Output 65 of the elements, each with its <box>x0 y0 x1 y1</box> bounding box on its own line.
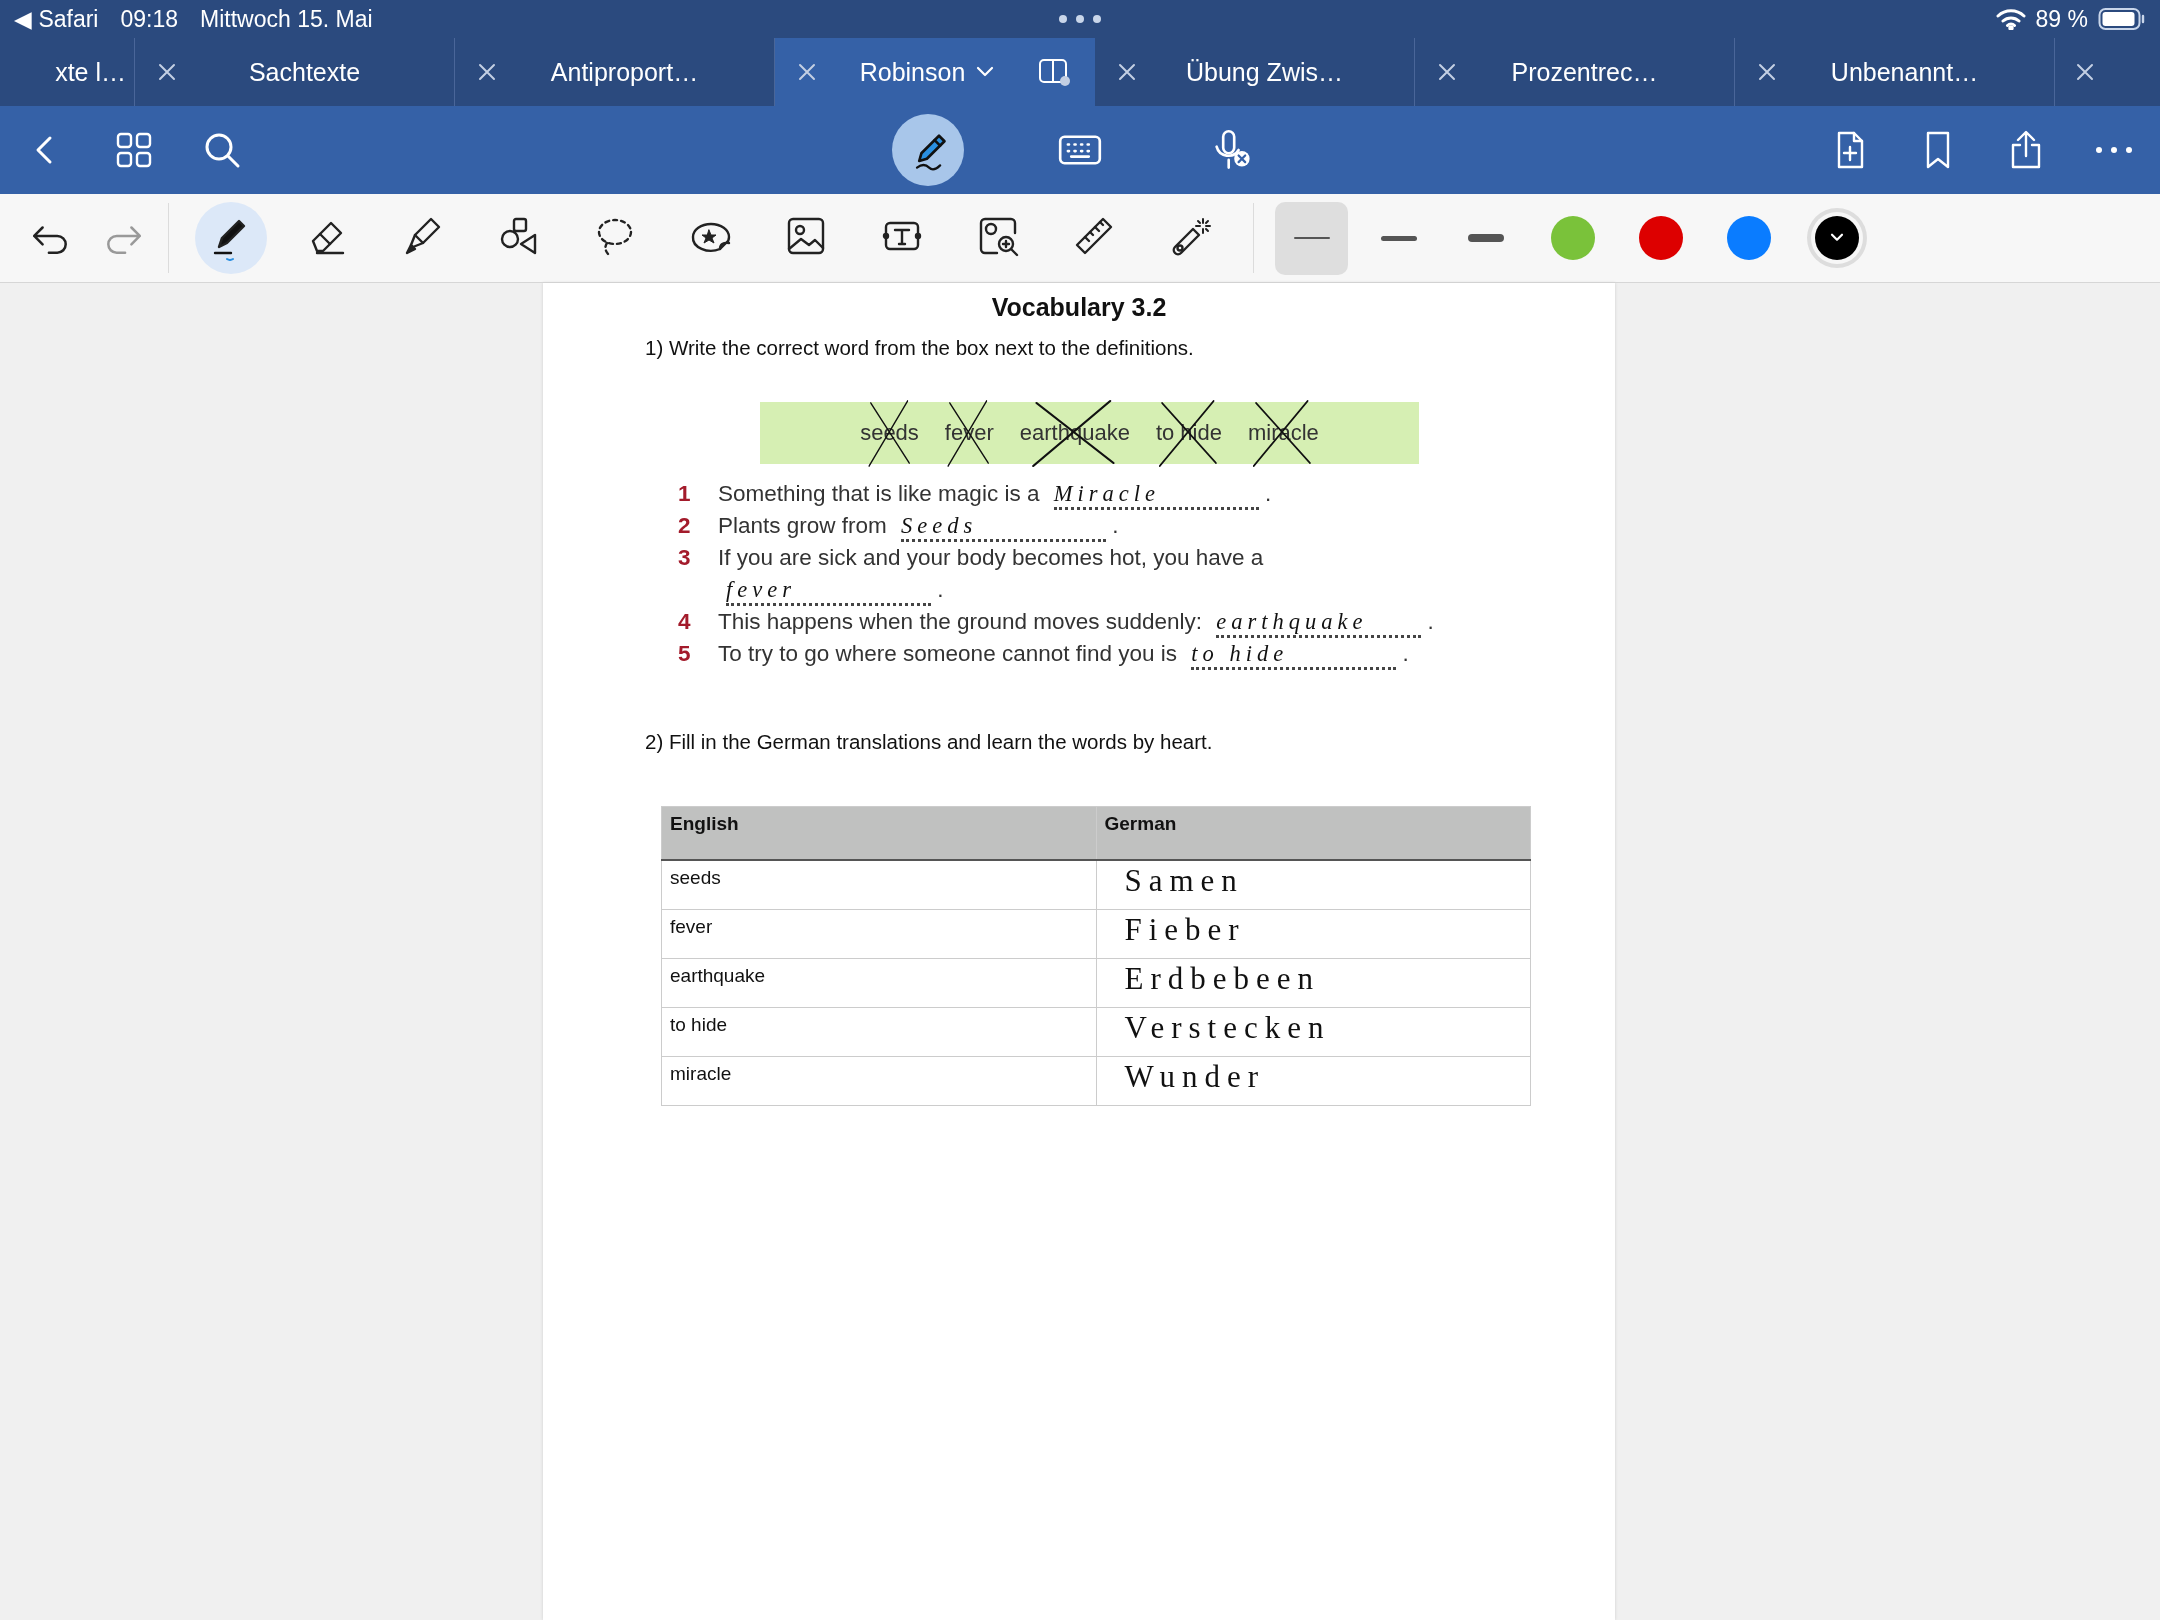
task-instruction: 2) Fill in the German translations and learn the words by heart. <box>645 730 1214 754</box>
handwritten-answer: earthquake <box>1216 609 1422 638</box>
multitasking-dots-icon[interactable] <box>1058 14 1102 24</box>
document-tab[interactable]: Robinson <box>775 38 1095 106</box>
color-swatch[interactable] <box>1639 216 1683 260</box>
definition-text: Something that is like magic is a <box>718 481 1040 506</box>
close-tab-icon[interactable] <box>797 62 817 82</box>
table-cell: to hide <box>661 1007 1096 1057</box>
handwritten-answer: fever <box>726 577 931 606</box>
status-date: Mittwoch 15. Mai <box>200 5 373 33</box>
table-cell: seeds <box>661 860 1096 910</box>
split-view-icon[interactable] <box>1038 57 1072 87</box>
definition-text: To try to go where someone cannot find you is <box>718 641 1177 666</box>
close-tab-icon[interactable] <box>1117 62 1137 82</box>
color-swatch[interactable] <box>1551 216 1595 260</box>
sentence-end: . <box>1112 513 1119 538</box>
status-time: 09:18 <box>120 5 179 33</box>
item-number: 5 <box>678 640 692 668</box>
definition-text: Plants grow from <box>718 513 887 538</box>
item-number: 3 <box>678 544 692 572</box>
definition-text: If you are sick and your body becomes hot, you have a <box>718 545 1264 570</box>
handwritten-cell: Fieber <box>1096 909 1531 959</box>
tab-title: Sachtexte <box>248 57 361 87</box>
tab-title: Unbenannt… <box>1830 57 1979 87</box>
chevron-down-icon[interactable] <box>975 65 996 79</box>
item-number: 2 <box>678 512 692 540</box>
handwritten-cell: Verstecken <box>1096 1007 1531 1057</box>
item-number: 1 <box>678 480 692 508</box>
task-instruction: 1) Write the correct word from the box next to the definitions. <box>645 336 1195 360</box>
table-cell: fever <box>661 909 1096 959</box>
column-header: English <box>661 806 1096 860</box>
close-tab-icon[interactable] <box>2075 62 2095 82</box>
wifi-icon <box>1995 8 2026 30</box>
tab-title: Antiproport… <box>550 57 699 87</box>
sentence-end: . <box>1402 641 1409 666</box>
color-swatch[interactable] <box>1727 216 1771 260</box>
handwritten-cell: Samen <box>1096 860 1531 910</box>
sentence-end: . <box>937 577 944 602</box>
handwritten-answer: to hide <box>1191 641 1397 670</box>
close-tab-icon[interactable] <box>157 62 177 82</box>
table-cell: earthquake <box>661 958 1096 1008</box>
more-options-icon[interactable] <box>2094 145 2134 155</box>
tab-title: Robinson <box>859 57 966 87</box>
handwritten-cell: Wunder <box>1096 1056 1531 1106</box>
tab-title: Prozentrec… <box>1511 57 1658 87</box>
close-tab-icon[interactable] <box>1437 62 1457 82</box>
handwritten-answer: Miracle <box>1053 481 1259 510</box>
tab-title: xte l… <box>55 57 126 87</box>
close-tab-icon[interactable] <box>1757 62 1777 82</box>
tab-title: Übung Zwis… <box>1186 57 1343 87</box>
close-tab-icon[interactable] <box>477 62 497 82</box>
handwritten-cell: Erdbebeen <box>1096 958 1531 1008</box>
sentence-end: . <box>1427 609 1434 634</box>
table-cell: miracle <box>661 1056 1096 1106</box>
grid-view-icon[interactable] <box>114 130 154 170</box>
definition-text: This happens when the ground moves suddenly: <box>718 609 1203 634</box>
battery-percentage: 89 % <box>2035 5 2088 33</box>
item-number: 4 <box>678 608 692 636</box>
sentence-end: . <box>1264 481 1272 506</box>
chevron-down-icon <box>1830 233 1844 243</box>
worksheet-title: Vocabulary 3.2 <box>990 293 1168 322</box>
back-to-app-link[interactable]: ◀ Safari <box>14 5 99 33</box>
battery-icon <box>2098 7 2146 31</box>
handwritten-answer: Seeds <box>901 513 1107 542</box>
column-header: German <box>1096 806 1531 860</box>
